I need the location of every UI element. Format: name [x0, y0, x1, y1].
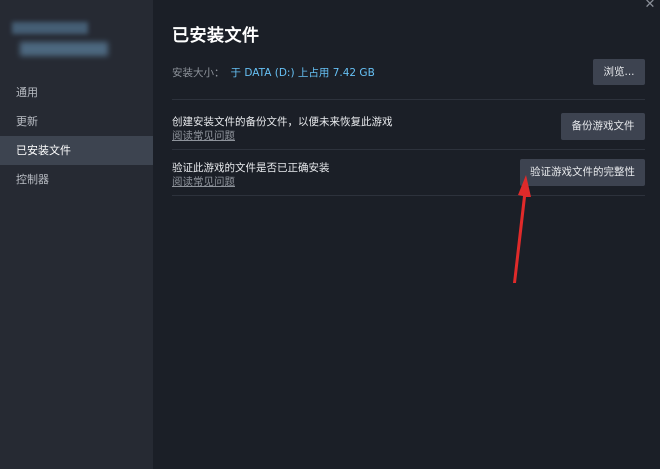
- verify-faq-link[interactable]: 阅读常见问题: [172, 174, 235, 189]
- browse-button[interactable]: 浏览...: [593, 59, 645, 85]
- sidebar-item-controller[interactable]: 控制器: [0, 165, 153, 194]
- settings-window: 通用 更新 已安装文件 控制器 ✕ 已安装文件 安装大小： 于 DATA (D:)…: [0, 0, 660, 469]
- sidebar-item-installed-files[interactable]: 已安装文件: [0, 136, 153, 165]
- sidebar-nav: 通用 更新 已安装文件 控制器: [0, 78, 153, 194]
- divider: [172, 149, 645, 150]
- install-size-value[interactable]: 于 DATA (D:) 上占用 7.42 GB: [231, 67, 375, 79]
- blur-block: [20, 42, 108, 56]
- sidebar-item-general[interactable]: 通用: [0, 78, 153, 107]
- verify-game-files-button[interactable]: 验证游戏文件的完整性: [520, 159, 645, 186]
- sidebar: 通用 更新 已安装文件 控制器: [0, 0, 153, 469]
- sidebar-item-updates[interactable]: 更新: [0, 107, 153, 136]
- divider: [172, 195, 645, 196]
- divider: [172, 99, 645, 100]
- install-size-label: 安装大小：: [172, 67, 225, 79]
- main-panel: ✕ 已安装文件 安装大小： 于 DATA (D:) 上占用 7.42 GB 浏览.…: [153, 0, 660, 469]
- verify-description: 验证此游戏的文件是否已正确安装: [172, 162, 330, 174]
- page-title: 已安装文件: [172, 26, 260, 46]
- blurred-game-title: [12, 22, 108, 60]
- install-size-row: 安装大小： 于 DATA (D:) 上占用 7.42 GB: [172, 65, 375, 80]
- backup-game-files-button[interactable]: 备份游戏文件: [561, 113, 645, 140]
- arrow-icon: [513, 175, 531, 283]
- backup-faq-link[interactable]: 阅读常见问题: [172, 128, 235, 143]
- close-icon[interactable]: ✕: [643, 0, 657, 12]
- blur-block: [12, 22, 88, 34]
- backup-description: 创建安装文件的备份文件，以便未来恢复此游戏: [172, 116, 393, 128]
